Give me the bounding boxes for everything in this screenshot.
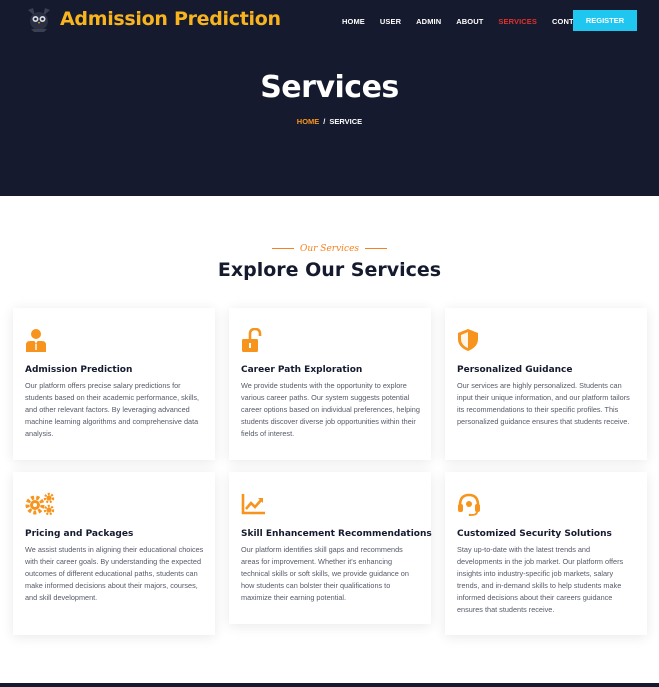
card-text: We assist students in aligning their edu…	[25, 545, 204, 602]
card-text: Our platform identifies skill gaps and r…	[241, 545, 409, 602]
breadcrumb-current: SERVICE	[329, 117, 363, 126]
card-title: Pricing and Packages	[25, 529, 134, 539]
footer-edge	[0, 683, 659, 687]
service-card-admission-prediction[interactable]: Admission Prediction Our platform offers…	[13, 308, 215, 460]
page-title: Services	[260, 70, 399, 105]
card-title: Customized Security Solutions	[457, 529, 612, 539]
nav-admin[interactable]: ADMIN	[416, 17, 441, 26]
section-title: Explore Our Services	[217, 259, 442, 281]
shield-icon	[458, 329, 478, 351]
section-eyebrow: Our Services	[0, 244, 659, 254]
eyebrow-line-right	[365, 248, 388, 249]
card-title: Personalized Guidance	[457, 365, 573, 375]
service-card-personalized-guidance[interactable]: Personalized Guidance Our services are h…	[445, 308, 647, 460]
service-card-skill-enhancement[interactable]: Skill Enhancement Recommendations Our pl…	[229, 472, 432, 624]
nav-services[interactable]: SERVICES	[498, 17, 537, 26]
card-title: Skill Enhancement Recommendations	[241, 529, 432, 539]
service-card-pricing-packages[interactable]: Pricing and Packages We assist students …	[13, 472, 215, 635]
main-nav: HOME USER ADMIN ABOUT SERVICES CONTACT	[342, 17, 604, 26]
user-icon	[26, 329, 46, 352]
hero-banner: Admission Prediction HOME USER ADMIN ABO…	[0, 0, 659, 196]
card-text: Our services are highly personalized. St…	[457, 381, 630, 426]
breadcrumb-separator: /	[323, 117, 326, 126]
register-button[interactable]: REGISTER	[573, 10, 637, 31]
card-text: We provide students with the opportunity…	[241, 381, 420, 438]
chart-line-icon	[241, 494, 265, 515]
card-text: Stay up-to-date with the latest trends a…	[457, 545, 624, 614]
card-text: Our platform offers precise salary predi…	[25, 381, 199, 438]
gears-icon	[25, 492, 55, 516]
card-title: Career Path Exploration	[241, 365, 363, 375]
nav-home[interactable]: HOME	[342, 17, 365, 26]
brand-name: Admission Prediction	[60, 8, 281, 30]
breadcrumb-home[interactable]: HOME	[297, 117, 320, 126]
nav-about[interactable]: ABOUT	[456, 17, 483, 26]
breadcrumb: HOME / SERVICE	[0, 117, 659, 126]
owl-logo-icon	[28, 8, 50, 32]
eyebrow-line-left	[271, 248, 294, 249]
card-title: Admission Prediction	[25, 365, 133, 375]
service-card-career-path[interactable]: Career Path Exploration We provide stude…	[229, 308, 431, 460]
brand[interactable]: Admission Prediction	[24, 4, 281, 34]
service-card-security-solutions[interactable]: Customized Security Solutions Stay up-to…	[445, 472, 647, 635]
eyebrow-text: Our Services	[299, 244, 360, 254]
nav-user[interactable]: USER	[380, 17, 401, 26]
headset-icon	[458, 493, 480, 516]
unlock-icon	[242, 328, 262, 352]
